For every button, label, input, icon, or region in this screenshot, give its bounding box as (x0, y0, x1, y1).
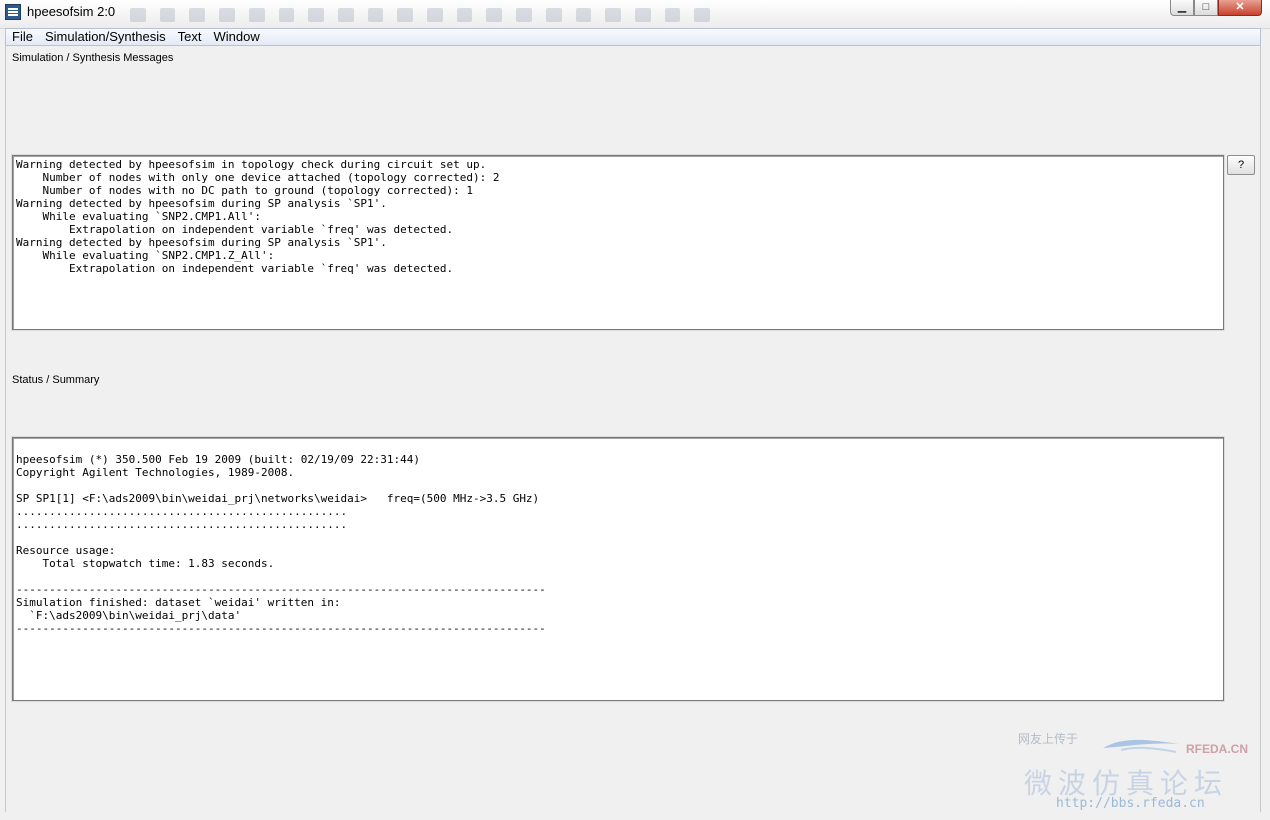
menu-bar: File Simulation/Synthesis Text Window (5, 28, 1261, 46)
app-window: hpeesofsim 2:0 ▁ □ ✕ File Simulation/Syn… (0, 0, 1270, 820)
status-text: hpeesofsim (*) 350.500 Feb 19 2009 (buil… (16, 453, 546, 635)
minimize-button[interactable]: ▁ (1170, 0, 1194, 16)
maximize-button[interactable]: □ (1194, 0, 1218, 16)
menu-simulation-synthesis[interactable]: Simulation/Synthesis (39, 30, 172, 44)
status-textbox[interactable]: hpeesofsim (*) 350.500 Feb 19 2009 (buil… (12, 437, 1224, 701)
background-toolbar-ghost (130, 8, 711, 26)
messages-textbox[interactable]: Warning detected by hpeesofsim in topolo… (12, 155, 1224, 330)
menu-window[interactable]: Window (207, 30, 265, 44)
messages-text: Warning detected by hpeesofsim in topolo… (16, 158, 500, 275)
help-button[interactable]: ? (1227, 155, 1255, 175)
close-button[interactable]: ✕ (1218, 0, 1262, 16)
content-area: Simulation / Synthesis Messages Warning … (5, 46, 1261, 812)
menu-text[interactable]: Text (172, 30, 208, 44)
status-label: Status / Summary (12, 374, 100, 386)
app-icon[interactable] (5, 4, 21, 20)
caption-buttons: ▁ □ ✕ (1170, 0, 1262, 18)
window-title: hpeesofsim 2:0 (27, 4, 116, 19)
messages-label: Simulation / Synthesis Messages (12, 52, 174, 64)
menu-file[interactable]: File (6, 30, 39, 44)
title-bar[interactable]: hpeesofsim 2:0 ▁ □ ✕ (0, 0, 1270, 29)
